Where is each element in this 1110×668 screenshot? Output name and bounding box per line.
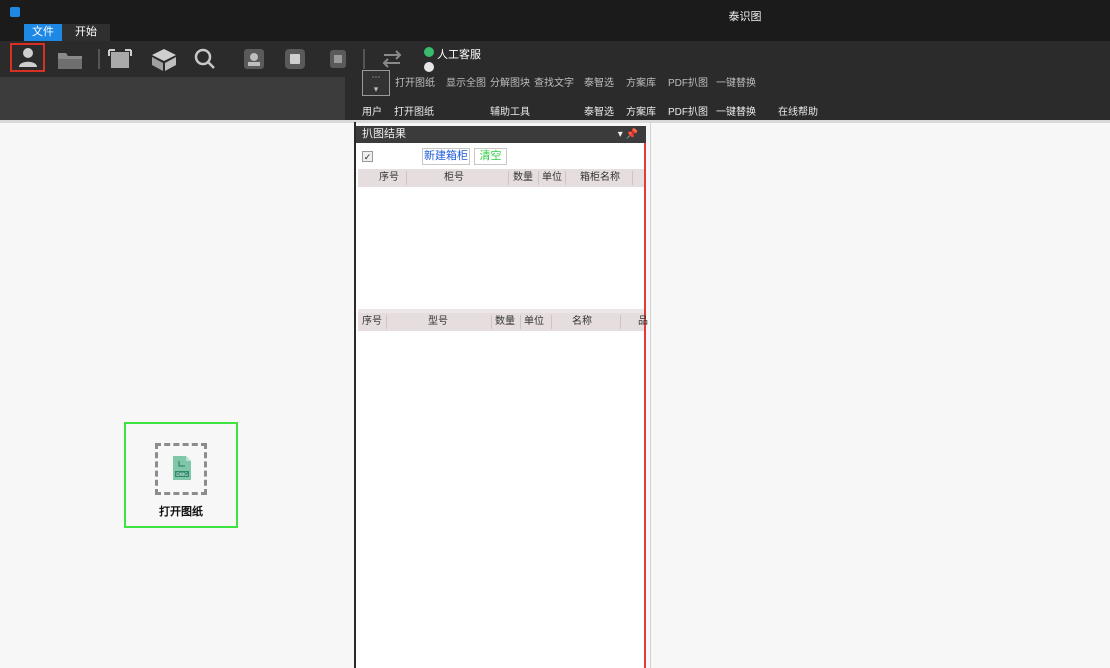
column-header[interactable]: 序号: [362, 313, 382, 331]
ribbon-separator: [98, 49, 100, 69]
replace-icon[interactable]: [380, 47, 404, 71]
panel-dropdown-icon[interactable]: ▾: [618, 129, 623, 140]
pdf-icon[interactable]: [328, 47, 348, 71]
online-status-icon: [424, 62, 434, 72]
select-all-checkbox[interactable]: ✓: [362, 151, 373, 162]
group-pdf-extract: PDF扒图: [668, 107, 708, 118]
group-smart-select: 泰智选: [584, 107, 614, 118]
ribbon-separator: [363, 49, 365, 69]
explode-block-icon[interactable]: [150, 47, 178, 71]
panel-title: 扒图结果: [362, 128, 406, 140]
tool-show-all[interactable]: 显示全图: [446, 74, 486, 89]
title-bar: [0, 0, 1110, 24]
ribbon-left-area: [0, 77, 345, 120]
app-logo-icon: [10, 7, 20, 17]
user-icon: [19, 48, 37, 67]
group-scheme-library: 方案库: [626, 107, 656, 118]
window-title: 泰识图: [728, 11, 762, 23]
column-header[interactable]: 数量: [513, 169, 533, 187]
column-separator: [620, 315, 621, 329]
folder-icon[interactable]: [56, 47, 84, 71]
panel-pin-icon[interactable]: 📌: [626, 129, 638, 140]
column-header[interactable]: 数量: [495, 313, 515, 331]
smart-select-icon[interactable]: [242, 47, 266, 71]
group-online-help: 在线帮助: [778, 107, 818, 118]
column-header[interactable]: 单位: [542, 169, 562, 187]
customer-service-icon: [424, 47, 434, 57]
column-header[interactable]: 单位: [524, 313, 544, 331]
clear-button[interactable]: 清空: [474, 148, 507, 165]
column-separator: [565, 171, 566, 185]
tool-smart-select[interactable]: 泰智选: [584, 74, 614, 89]
tool-pdf-extract[interactable]: PDF扒图: [668, 74, 708, 89]
extract-result-panel: [356, 126, 646, 668]
column-header[interactable]: 名称: [572, 313, 592, 331]
tool-explode-block[interactable]: 分解图块: [490, 74, 530, 89]
ribbon-expand-button[interactable]: ⋯ ▾: [362, 70, 390, 96]
scheme-library-icon[interactable]: [283, 47, 307, 71]
column-separator: [632, 171, 633, 185]
svg-text:DWG: DWG: [176, 472, 188, 478]
component-table-header: 序号 型号 数量 单位 名称 品: [358, 313, 648, 331]
tool-find-text[interactable]: 查找文字: [534, 74, 574, 89]
column-separator: [491, 315, 492, 329]
customer-service-button[interactable]: 人工客服: [437, 46, 481, 62]
column-separator: [520, 315, 521, 329]
column-header[interactable]: 柜号: [444, 169, 464, 187]
tab-start[interactable]: 开始: [62, 24, 110, 41]
column-separator: [386, 315, 387, 329]
ribbon-divider: [0, 120, 1110, 123]
panel-header: 扒图结果 ▾ 📌: [356, 126, 646, 143]
column-header[interactable]: 型号: [428, 313, 448, 331]
tool-scheme-library[interactable]: 方案库: [626, 74, 656, 89]
new-cabinet-button[interactable]: 新建箱柜: [422, 148, 470, 165]
group-one-click-replace: 一键替换: [716, 107, 756, 118]
fullscreen-icon[interactable]: [108, 47, 132, 71]
group-open-drawing: 打开图纸: [394, 107, 434, 118]
open-drawing-label[interactable]: 打开图纸: [124, 503, 238, 519]
dwg-file-icon: DWG: [173, 456, 191, 480]
column-separator: [538, 171, 539, 185]
group-aux-tools: 辅助工具: [490, 107, 530, 118]
drawing-canvas-right[interactable]: [651, 126, 1110, 668]
menu-bar: [0, 24, 1110, 41]
cabinet-table-header: 序号 柜号 数量 单位 箱柜名称: [358, 169, 644, 187]
column-header[interactable]: 品: [638, 313, 648, 331]
group-user: 用户: [362, 107, 382, 118]
tab-file[interactable]: 文件: [24, 24, 62, 41]
search-icon[interactable]: [192, 47, 218, 71]
drawing-canvas-left[interactable]: [8, 126, 353, 668]
column-separator: [551, 315, 552, 329]
tool-open-drawing[interactable]: 打开图纸: [395, 74, 435, 89]
column-separator: [508, 171, 509, 185]
column-header[interactable]: 箱柜名称: [580, 169, 620, 187]
column-separator: [406, 171, 407, 185]
tool-one-click-replace[interactable]: 一键替换: [716, 74, 756, 89]
column-header[interactable]: 序号: [379, 169, 399, 187]
